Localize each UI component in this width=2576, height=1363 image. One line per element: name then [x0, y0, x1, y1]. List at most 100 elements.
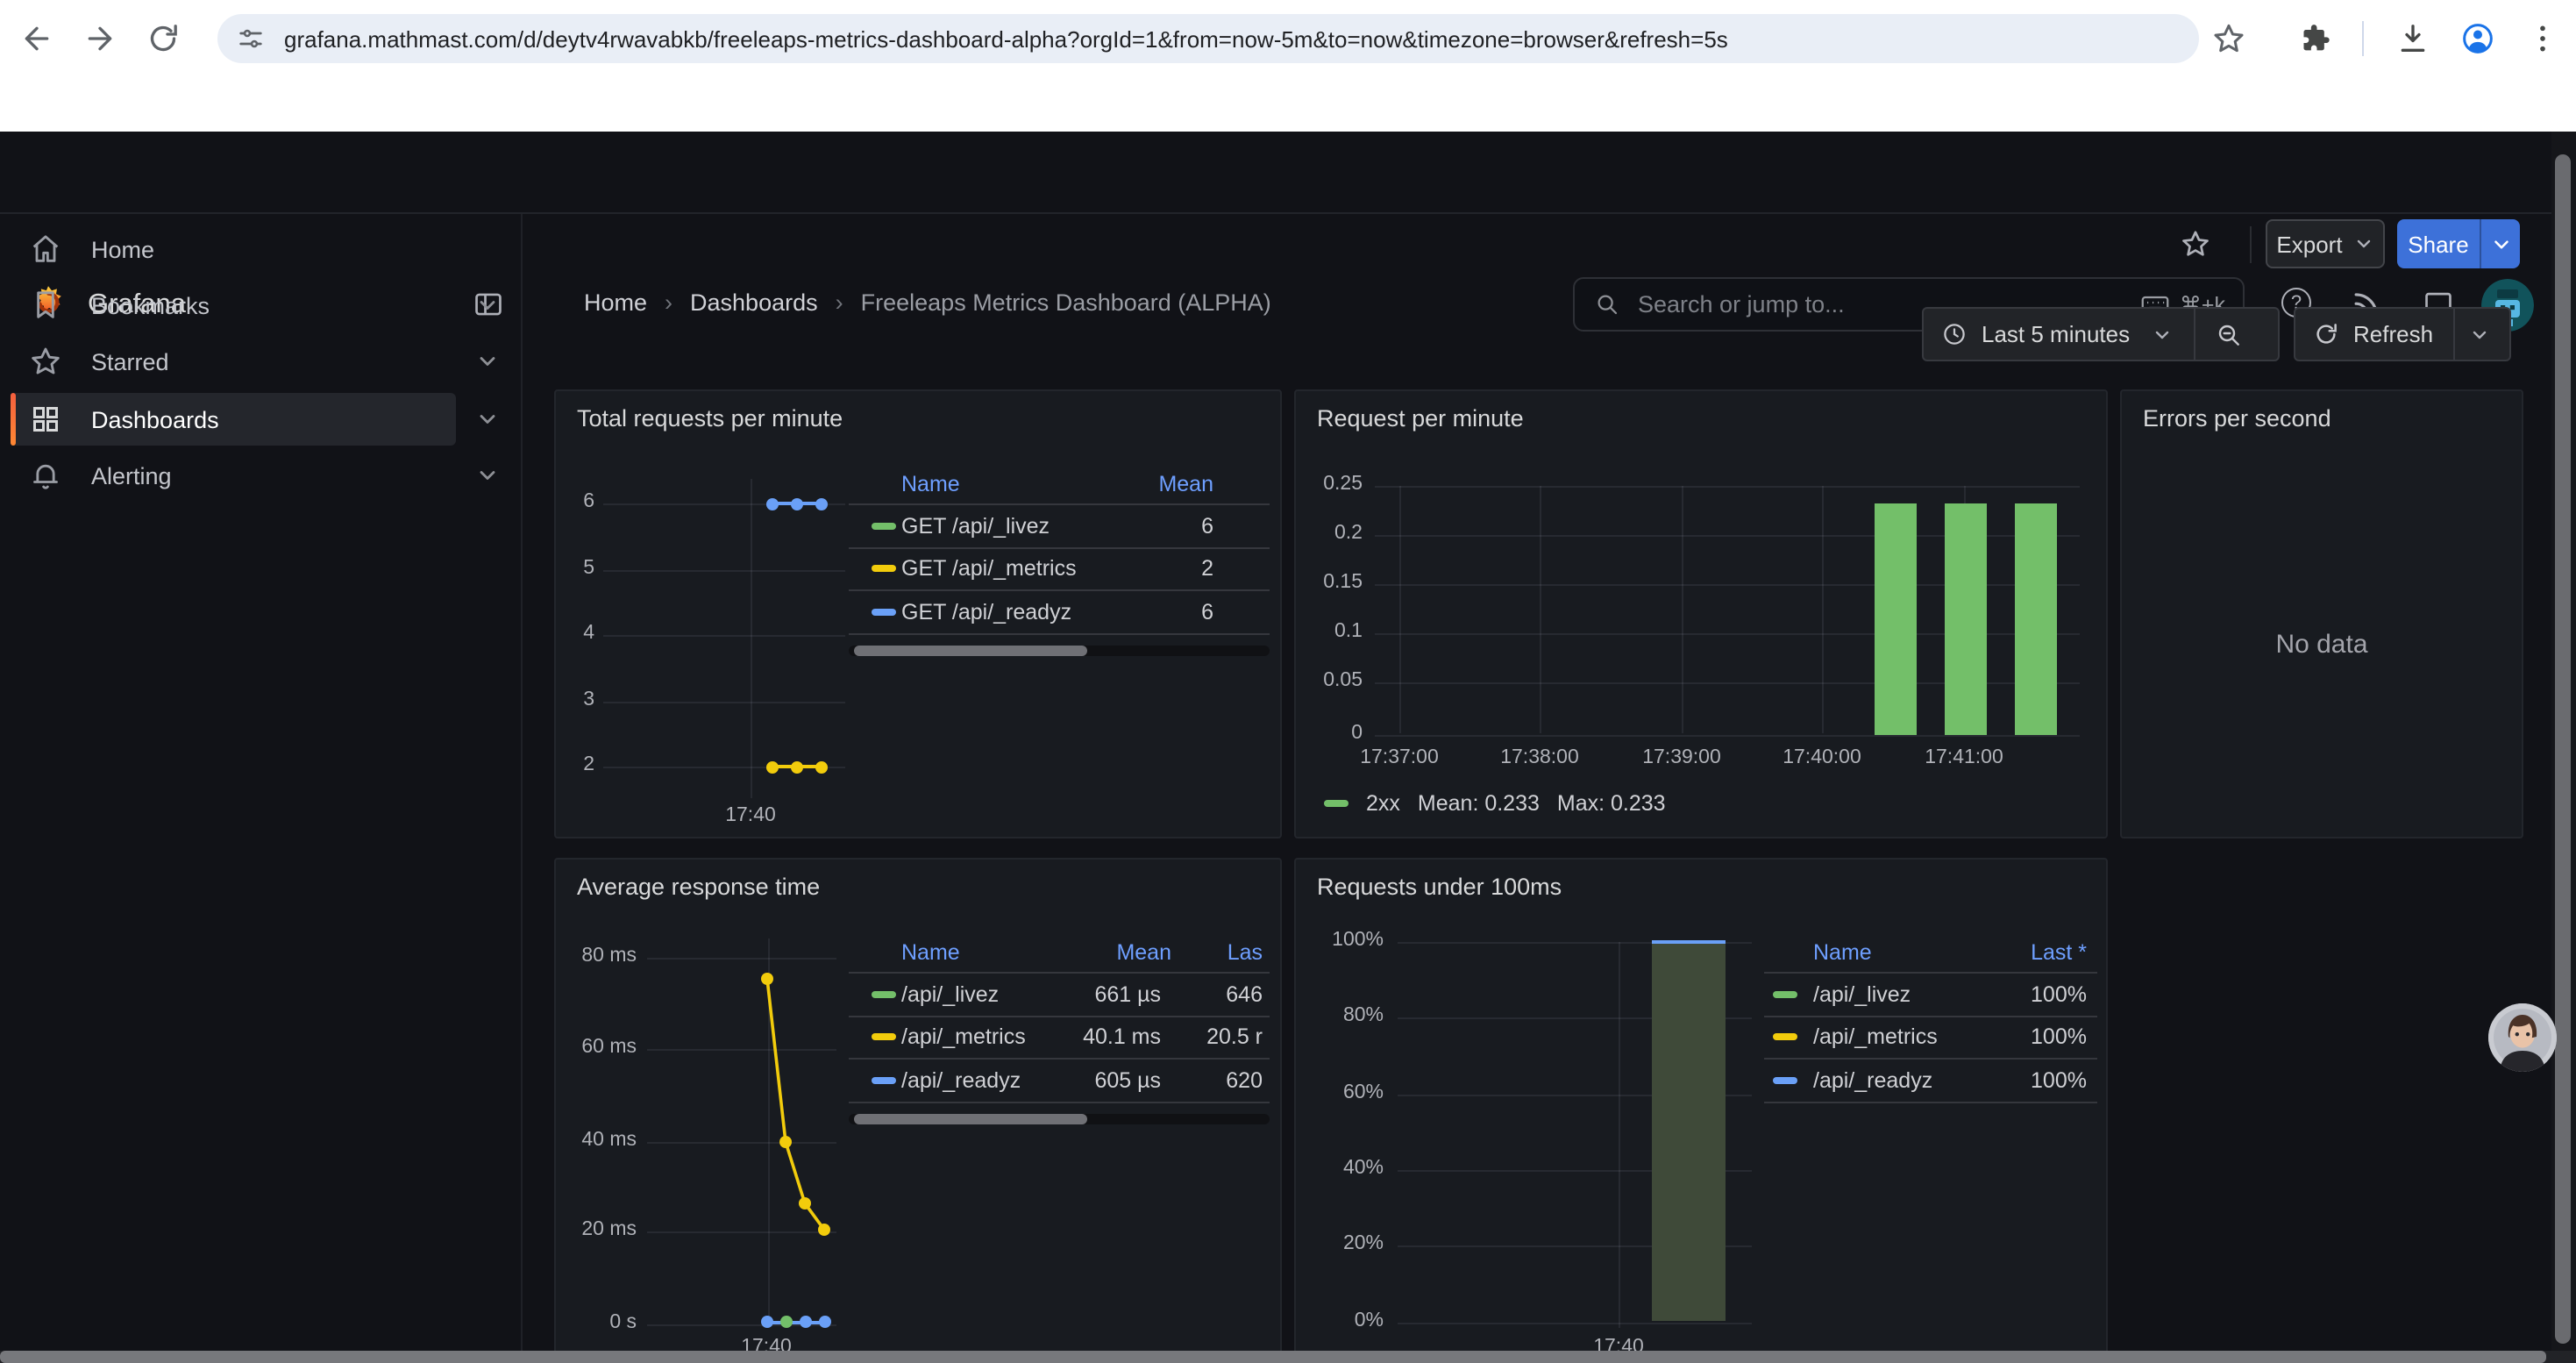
downloads-icon[interactable]: [2395, 21, 2430, 56]
refresh-label[interactable]: Refresh: [2353, 321, 2433, 347]
series-last: 100%: [1985, 1068, 2097, 1093]
y-tick: 5: [556, 557, 594, 578]
url-input[interactable]: [281, 24, 2111, 54]
legend-row[interactable]: /api/_metrics 40.1 ms 20.5 r: [849, 1015, 1270, 1058]
series-mean: 661 µs: [1052, 982, 1161, 1007]
series-mean: 6: [1101, 514, 1213, 539]
share-menu-button[interactable]: [2480, 219, 2520, 268]
series-color-swatch: [1773, 1077, 1797, 1084]
browser-back-icon[interactable]: [19, 21, 54, 56]
share-button[interactable]: Share: [2397, 219, 2480, 268]
legend-header-mean[interactable]: Mean: [1101, 471, 1213, 496]
legend-header-last[interactable]: Last *: [1985, 939, 2097, 964]
share-label: Share: [2408, 231, 2468, 257]
sidebar-item-bookmarks[interactable]: Bookmarks: [11, 279, 456, 332]
legend-header-last[interactable]: Las: [1171, 939, 1270, 964]
sidebar: Home Bookmarks Starred Dashboards: [0, 214, 523, 1363]
legend-table: Name Mean GET /api/_livez 6 GET /api/_me…: [849, 463, 1270, 655]
data-point: [791, 497, 803, 510]
export-button[interactable]: Export: [2266, 219, 2385, 268]
sidebar-expand-alerting[interactable]: [466, 449, 509, 502]
sidebar-expand-starred[interactable]: [466, 335, 509, 388]
legend-header-name[interactable]: Name: [901, 939, 1056, 964]
dashboard-star-icon[interactable]: [2180, 228, 2211, 260]
series-mean: 605 µs: [1052, 1068, 1161, 1093]
legend-header-name[interactable]: Name: [901, 471, 1101, 496]
sidebar-item-alerting[interactable]: Alerting: [11, 449, 456, 502]
screen: Freeleaps 收藏博客 Grafana Home › Dashboards…: [0, 0, 2576, 1363]
gridline-v: [1540, 486, 1541, 733]
legend-row[interactable]: /api/_readyz 100%: [1764, 1058, 2097, 1103]
data-point: [791, 760, 803, 773]
series-color-swatch: [1324, 800, 1348, 807]
legend-header-mean[interactable]: Mean: [1056, 939, 1171, 964]
chevron-down-icon[interactable]: [2151, 324, 2172, 345]
series-color-swatch: [1773, 991, 1797, 998]
legend-row[interactable]: /api/_livez 100%: [1764, 972, 2097, 1015]
bookmark-star-icon[interactable]: [2211, 21, 2246, 56]
sidebar-item-dashboards[interactable]: Dashboards: [11, 393, 456, 446]
panel-title[interactable]: Total requests per minute: [577, 405, 843, 432]
data-point: [818, 1316, 830, 1328]
sidebar-item-label: Home: [91, 236, 154, 262]
y-tick: 4: [556, 623, 594, 644]
toolbar-divider: [2362, 21, 2364, 56]
floating-assistant-avatar[interactable]: [2488, 1003, 2557, 1072]
y-tick: 20%: [1296, 1233, 1384, 1254]
sidebar-expand-dashboards[interactable]: [466, 393, 509, 446]
refresh-interval-chevron-icon[interactable]: [2468, 324, 2489, 345]
panel-title[interactable]: Errors per second: [2143, 405, 2331, 432]
legend-row[interactable]: GET /api/_metrics 2: [849, 546, 1270, 589]
export-label: Export: [2276, 231, 2342, 257]
time-range-label[interactable]: Last 5 minutes: [1982, 321, 2130, 347]
breadcrumb-dashboards[interactable]: Dashboards: [690, 289, 818, 316]
series-name: 2xx: [1366, 791, 1400, 816]
legend-row[interactable]: /api/_readyz 605 µs 620: [849, 1058, 1270, 1103]
legend-scrollbar[interactable]: [849, 1113, 1270, 1124]
panel-title[interactable]: Request per minute: [1317, 405, 1524, 432]
panel-title[interactable]: Requests under 100ms: [1317, 874, 1562, 900]
extensions-icon[interactable]: [2297, 21, 2332, 56]
y-tick: 0.25: [1296, 474, 1363, 495]
panel-total-requests: Total requests per minute 6 5 4 3 2 17:4…: [554, 389, 1282, 838]
legend-row[interactable]: /api/_livez 661 µs 646: [849, 972, 1270, 1015]
browser-toolbar: [0, 0, 2576, 77]
panel-requests-under-100ms: Requests under 100ms 100% 80% 60% 40% 20…: [1294, 858, 2108, 1363]
gridline-h: [1398, 1322, 1752, 1324]
active-item-indicator: [11, 393, 16, 446]
legend-scrollbar[interactable]: [849, 645, 1270, 655]
profile-avatar-icon[interactable]: [2460, 21, 2495, 56]
sidebar-item-home[interactable]: Home: [11, 223, 456, 275]
gridline-v: [1822, 486, 1824, 733]
sidebar-item-starred[interactable]: Starred: [11, 335, 456, 388]
panel-request-per-minute: Request per minute 0.25 0.2 0.15 0.1 0.0…: [1294, 389, 2108, 838]
series-name: GET /api/_livez: [901, 514, 1101, 539]
x-tick: 17:40: [707, 805, 794, 826]
url-bar[interactable]: [217, 14, 2199, 63]
legend-row[interactable]: /api/_metrics 100%: [1764, 1015, 2097, 1058]
browser-reload-icon[interactable]: [146, 21, 181, 56]
x-tick: 17:39:00: [1629, 747, 1734, 768]
y-tick: 80%: [1296, 1005, 1384, 1026]
legend-header: Name Last *: [1764, 931, 2097, 972]
data-point: [761, 1316, 773, 1328]
legend-row[interactable]: 2xx Mean: 0.233 Max: 0.233: [1324, 791, 1666, 816]
time-range-group: Last 5 minutes: [1922, 307, 2280, 361]
site-settings-icon[interactable]: [237, 25, 265, 53]
sidebar-expand-bookmarks[interactable]: [466, 279, 509, 332]
bar-top-line: [1652, 940, 1726, 944]
browser-forward-icon[interactable]: [82, 21, 117, 56]
horizontal-scrollbar-thumb[interactable]: [0, 1351, 2546, 1363]
series-name: /api/_livez: [901, 982, 1052, 1007]
legend-header-name[interactable]: Name: [1813, 939, 1985, 964]
sidebar-item-label: Dashboards: [91, 406, 219, 432]
legend-row[interactable]: GET /api/_readyz 6: [849, 589, 1270, 634]
data-point: [815, 760, 828, 773]
zoom-out-icon[interactable]: [2214, 320, 2242, 348]
browser-menu-icon[interactable]: [2525, 21, 2560, 56]
gridline-v: [751, 479, 752, 798]
x-tick: 17:38:00: [1487, 747, 1592, 768]
legend-row[interactable]: GET /api/_livez 6: [849, 503, 1270, 546]
breadcrumb-home[interactable]: Home: [584, 289, 647, 316]
vertical-scrollbar-thumb[interactable]: [2555, 154, 2571, 1344]
